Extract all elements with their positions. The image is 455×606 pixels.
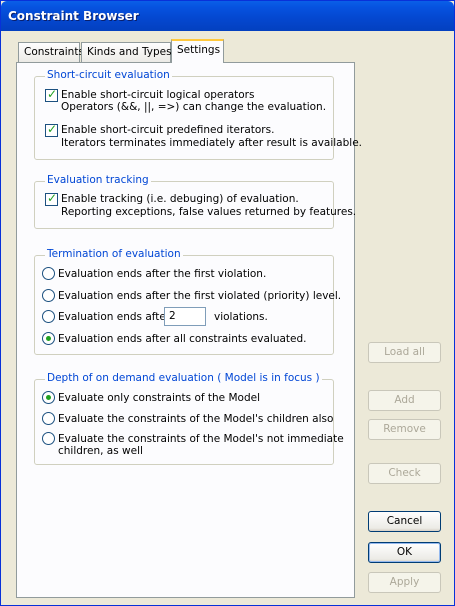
tab-constraints[interactable]: Constraints — [18, 42, 84, 62]
termination-after-n-radio[interactable] — [42, 310, 55, 323]
termination-all-evaluated-label: Evaluation ends after all constraints ev… — [58, 333, 307, 345]
short-circuit-iterators-description: Iterators terminates immediately after r… — [61, 137, 362, 149]
depth-children-radio[interactable] — [42, 412, 55, 425]
depth-descendants-label-line1: Evaluate the constraints of the Model's … — [58, 433, 344, 445]
depth-descendants-label-line2: children, as well — [58, 445, 143, 457]
termination-first-level-label: Evaluation ends after the first violated… — [58, 290, 342, 302]
tab-kinds-and-types[interactable]: Kinds and Types — [81, 42, 172, 62]
evaluation-tracking-description: Reporting exceptions, false values retur… — [61, 206, 357, 218]
termination-legend: Termination of evaluation — [45, 248, 183, 260]
tab-constraints-label: Constraints — [24, 46, 84, 58]
short-circuit-iterators-checkbox[interactable]: ✓ — [45, 122, 58, 137]
termination-after-n-suffix: violations. — [214, 311, 268, 323]
cancel-button[interactable]: Cancel — [368, 511, 441, 532]
depth-descendants-radio[interactable] — [42, 432, 55, 445]
depth-legend: Depth of on demand evaluation ( Model is… — [45, 372, 322, 384]
load-all-button[interactable]: Load all — [368, 342, 441, 363]
check-button[interactable]: Check — [368, 463, 441, 484]
tab-kinds-and-types-label: Kinds and Types — [87, 46, 172, 58]
violations-count-input[interactable]: 2 — [164, 307, 206, 326]
depth-children-label: Evaluate the constraints of the Model's … — [58, 413, 334, 425]
title-bar[interactable]: Constraint Browser — [1, 1, 454, 31]
constraint-browser-window: Constraint Browser Constraints Kinds and… — [0, 0, 455, 606]
apply-button[interactable]: Apply — [368, 572, 441, 593]
evaluation-tracking-label: Enable tracking (i.e. debuging) of evalu… — [61, 193, 299, 205]
checkmark-icon: ✓ — [47, 191, 58, 205]
short-circuit-logical-checkbox[interactable]: ✓ — [45, 87, 58, 102]
depth-model-only-radio[interactable] — [42, 391, 55, 404]
termination-first-level-radio[interactable] — [42, 289, 55, 302]
checkmark-icon: ✓ — [47, 122, 58, 136]
termination-all-evaluated-radio[interactable] — [42, 332, 55, 345]
depth-model-only-label: Evaluate only constraints of the Model — [58, 392, 260, 404]
radio-selected-dot — [46, 395, 51, 400]
tab-settings[interactable]: Settings — [171, 39, 224, 63]
checkmark-icon: ✓ — [47, 87, 58, 101]
evaluation-tracking-checkbox[interactable]: ✓ — [45, 191, 58, 206]
termination-first-violation-radio[interactable] — [42, 267, 55, 280]
short-circuit-legend: Short-circuit evaluation — [45, 69, 172, 81]
remove-button[interactable]: Remove — [368, 419, 441, 440]
evaluation-tracking-group: Evaluation tracking — [34, 174, 334, 229]
ok-button[interactable]: OK — [368, 542, 441, 563]
short-circuit-logical-description: Operators (&&, ||, =>) can change the ev… — [61, 101, 327, 113]
window-title: Constraint Browser — [8, 9, 139, 23]
short-circuit-iterators-label: Enable short-circuit predefined iterator… — [61, 124, 275, 136]
tab-settings-label: Settings — [177, 44, 221, 56]
termination-first-violation-label: Evaluation ends after the first violatio… — [58, 268, 267, 280]
termination-after-n-prefix: Evaluation ends after — [58, 311, 171, 323]
evaluation-tracking-legend: Evaluation tracking — [45, 174, 151, 186]
add-button[interactable]: Add — [368, 390, 441, 411]
short-circuit-logical-label: Enable short-circuit logical operators — [61, 89, 255, 101]
radio-selected-dot — [46, 336, 51, 341]
